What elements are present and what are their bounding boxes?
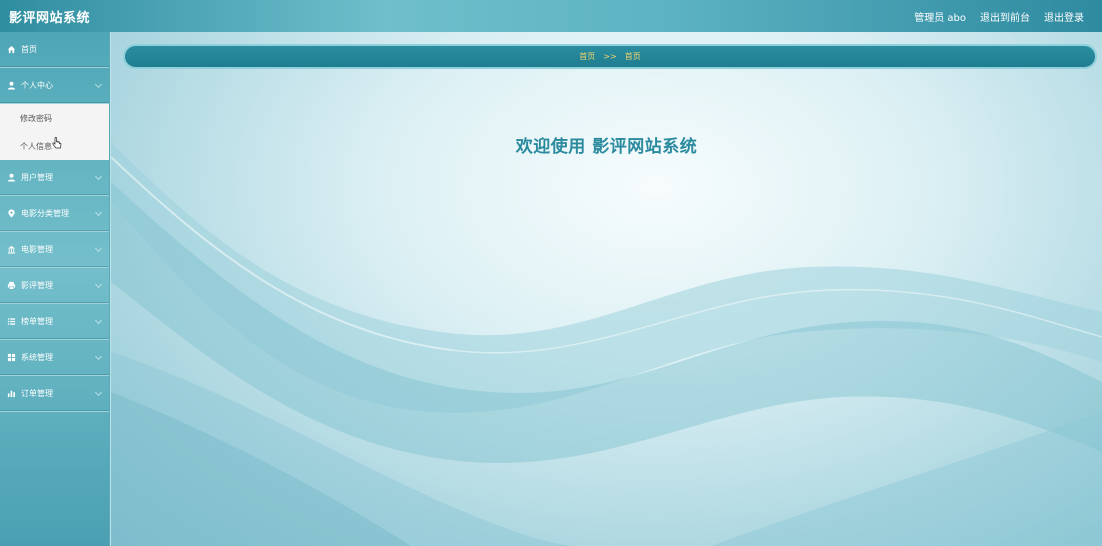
sidebar-item-label: 电影管理 (21, 245, 53, 254)
sidebar-item-users[interactable]: 用户管理 (0, 160, 109, 196)
current-user-label: 管理员 abo (914, 12, 966, 24)
background-waves (111, 142, 1102, 546)
sidebar-item-movie-category[interactable]: 电影分类管理 (0, 196, 109, 232)
chevron-down-icon (94, 172, 103, 181)
user-icon (7, 173, 16, 182)
sidebar-item-orders[interactable]: 订单管理 (0, 376, 109, 412)
sidebar-item-label: 电影分类管理 (21, 209, 69, 218)
breadcrumb-separator: >> (603, 52, 617, 61)
user-icon (7, 81, 16, 90)
header-links: 管理员 abo 退出到前台 退出登录 (914, 9, 1084, 24)
sidebar-item-system[interactable]: 系统管理 (0, 340, 109, 376)
sidebar-item-label: 影评管理 (21, 281, 53, 290)
chevron-down-icon (94, 244, 103, 253)
top-header: 影评网站系统 管理员 abo 退出到前台 退出登录 (0, 0, 1102, 32)
sidebar-item-rankings[interactable]: 榜单管理 (0, 304, 109, 340)
sidebar-item-movies[interactable]: 电影管理 (0, 232, 109, 268)
bank-icon (7, 245, 16, 254)
list-icon (7, 317, 16, 326)
submenu-item-change-password[interactable]: 修改密码 (0, 104, 109, 132)
chart-icon (7, 389, 16, 398)
grid-icon (7, 353, 16, 362)
chevron-down-icon (94, 80, 103, 89)
chevron-down-icon (94, 316, 103, 325)
chevron-down-icon (94, 352, 103, 361)
hand-cursor-icon (52, 137, 62, 149)
breadcrumb-root[interactable]: 首页 (579, 51, 595, 62)
go-frontend-link[interactable]: 退出到前台 (980, 9, 1030, 24)
sidebar-item-label: 首页 (21, 45, 37, 54)
chevron-down-icon (94, 208, 103, 217)
sidebar-item-label: 用户管理 (21, 173, 53, 182)
breadcrumb: 首页 >> 首页 (123, 44, 1097, 69)
sidebar-item-label: 订单管理 (21, 389, 53, 398)
chevron-down-icon (94, 280, 103, 289)
main-content: 首页 >> 首页 欢迎使用 影评网站系统 (111, 32, 1102, 546)
breadcrumb-current: 首页 (624, 52, 641, 61)
sidebar-item-label: 系统管理 (21, 353, 53, 362)
chevron-down-icon (94, 388, 103, 397)
sidebar-item-label: 榜单管理 (21, 317, 53, 326)
pin-icon (7, 209, 16, 218)
home-icon (7, 45, 16, 54)
printer-icon (7, 281, 16, 290)
welcome-title: 欢迎使用 影评网站系统 (515, 137, 698, 157)
personal-center-submenu: 修改密码 个人信息 (0, 104, 109, 160)
sidebar-item-personal-center[interactable]: 个人中心 (0, 68, 109, 104)
sidebar-item-label: 个人中心 (21, 81, 53, 90)
sidebar-item-home[interactable]: 首页 (0, 32, 109, 68)
sidebar-item-reviews[interactable]: 影评管理 (0, 268, 109, 304)
sidebar: 首页 个人中心 修改密码 个人信息 用户管理 电影分类管理 电影管理 影评管理 … (0, 32, 110, 546)
app-title: 影评网站系统 (9, 10, 91, 26)
logout-link[interactable]: 退出登录 (1044, 9, 1084, 24)
